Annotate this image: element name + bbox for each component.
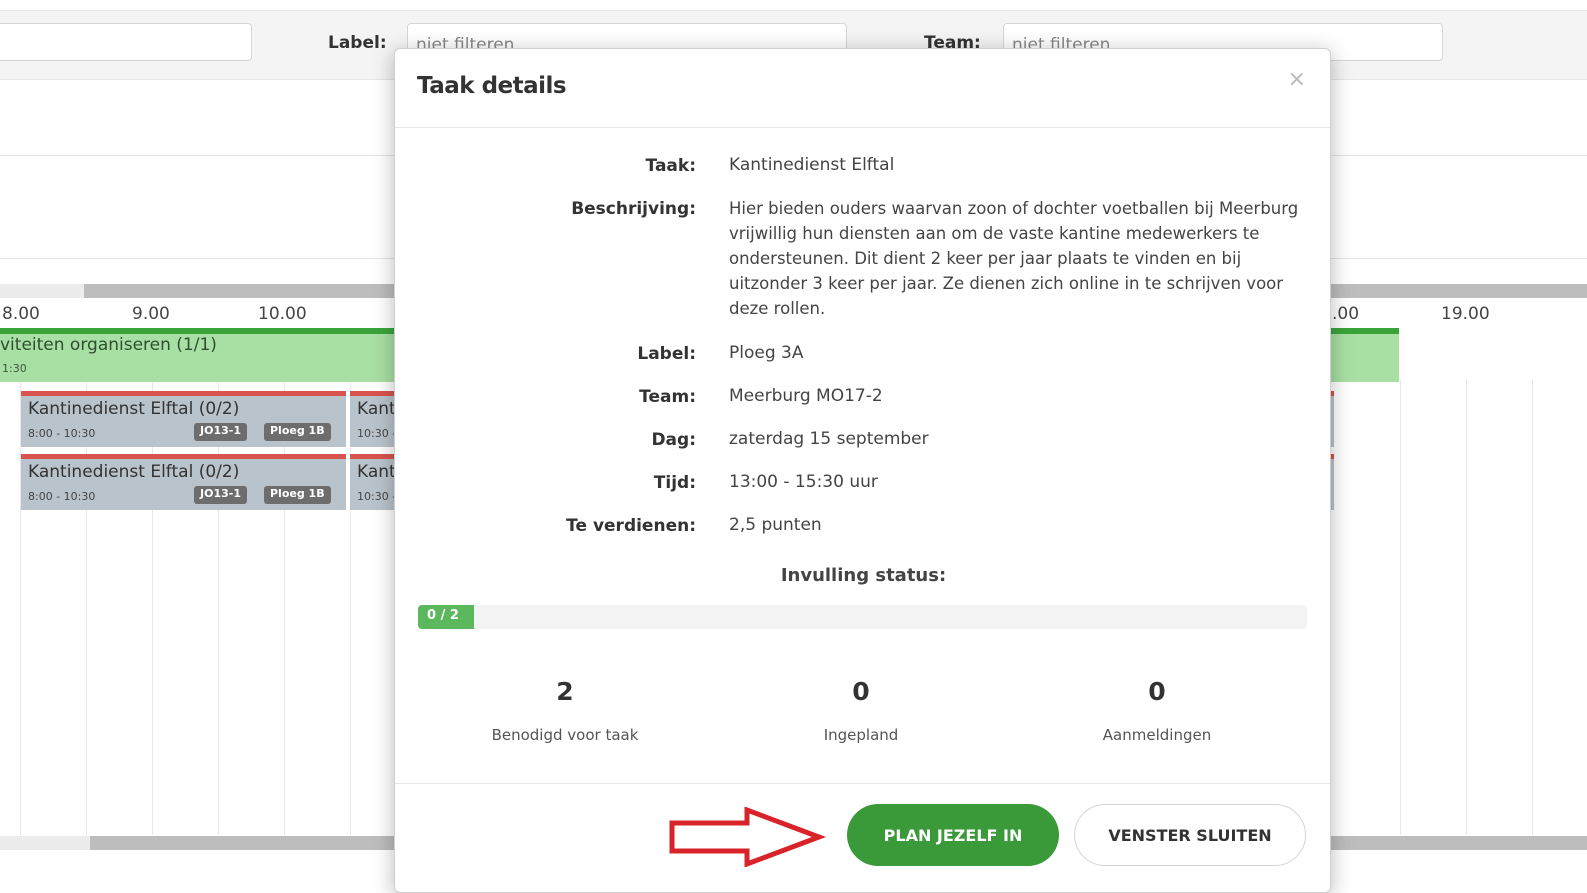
hour-label: 9.00 bbox=[132, 304, 170, 324]
grid-line bbox=[218, 380, 219, 835]
fill-status-title: Invulling status: bbox=[780, 565, 947, 586]
time-value: 13:00 - 15:30 uur bbox=[729, 472, 878, 492]
points-label: Te verdienen: bbox=[566, 516, 696, 536]
label-label: Label: bbox=[637, 344, 696, 364]
close-window-button[interactable]: VENSTER SLUITEN bbox=[1074, 804, 1306, 866]
task-value: Kantinedienst Elftal bbox=[729, 155, 895, 175]
description-label: Beschrijving: bbox=[571, 199, 696, 219]
filter-input-first[interactable] bbox=[0, 23, 252, 61]
team-value: Meerburg MO17-2 bbox=[729, 386, 883, 406]
day-value: zaterdag 15 september bbox=[729, 429, 929, 449]
arrow-right-icon bbox=[669, 807, 827, 867]
label-filter-label: Label: bbox=[328, 33, 387, 53]
points-value: 2,5 punten bbox=[729, 515, 822, 535]
activity-bar-end[interactable] bbox=[1330, 328, 1399, 382]
stat-value: 0 bbox=[852, 677, 870, 706]
hour-label: 19.00 bbox=[1441, 304, 1490, 324]
progress-fill: 0 / 2 bbox=[418, 605, 474, 629]
plan-yourself-button[interactable]: PLAN JEZELF IN bbox=[847, 804, 1059, 866]
task-time: 8:00 - 10:30 bbox=[28, 427, 96, 440]
team-label: Team: bbox=[639, 387, 696, 407]
label-badge: Ploeg 1B bbox=[264, 486, 331, 504]
time-label: Tijd: bbox=[653, 473, 696, 493]
close-icon[interactable]: × bbox=[1288, 67, 1306, 92]
grid-line bbox=[86, 380, 87, 835]
task-details-modal: Taak details × Taak: Kantinedienst Elfta… bbox=[394, 48, 1331, 893]
activity-time: 1:30 bbox=[2, 362, 27, 375]
task-card[interactable]: Kantinedienst Elftal (0/2) 8:00 - 10:30 … bbox=[21, 454, 346, 510]
label-value: Ploeg 3A bbox=[729, 343, 804, 363]
stat-label: Ingepland bbox=[823, 726, 899, 744]
task-time: 8:00 - 10:30 bbox=[28, 490, 96, 503]
stat-value: 0 bbox=[1148, 677, 1166, 706]
task-title: Kantinedienst Elftal (0/2) bbox=[28, 462, 240, 482]
fill-progress-bar: 0 / 2 bbox=[418, 605, 1307, 629]
hour-label: 8.00 bbox=[2, 304, 40, 324]
description-value: Hier bieden ouders waarvan zoon of docht… bbox=[729, 199, 1299, 318]
stat-required: 2 Benodigd voor taak bbox=[435, 677, 695, 744]
task-title: Kantinedienst Elftal (0/2) bbox=[28, 399, 240, 419]
task-label: Taak: bbox=[645, 156, 696, 176]
grid-line bbox=[1466, 380, 1467, 835]
modal-title: Taak details bbox=[417, 73, 567, 99]
stat-registrations: 0 Aanmeldingen bbox=[1027, 677, 1287, 744]
task-card[interactable]: Kantinedienst Elftal (0/2) 8:00 - 10:30 … bbox=[21, 391, 346, 447]
task-time: 10:30 - bbox=[357, 427, 397, 440]
progress-text: 0 / 2 bbox=[427, 608, 459, 623]
hour-label: .00 bbox=[1332, 304, 1360, 324]
activity-title: viteiten organiseren (1/1) bbox=[0, 335, 217, 355]
modal-footer-divider bbox=[395, 783, 1330, 784]
stat-label: Benodigd voor taak bbox=[491, 726, 639, 744]
grid-line bbox=[20, 380, 21, 835]
task-title: Kant bbox=[357, 399, 396, 419]
grid-line bbox=[284, 380, 285, 835]
task-time: 10:30 - bbox=[357, 490, 397, 503]
grid-line bbox=[1400, 380, 1401, 835]
team-badge: JO13-1 bbox=[194, 486, 247, 504]
stat-value: 2 bbox=[556, 677, 574, 706]
label-badge: Ploeg 1B bbox=[264, 423, 331, 441]
day-label: Dag: bbox=[651, 430, 696, 450]
stat-label: Aanmeldingen bbox=[1102, 726, 1212, 744]
grid-line bbox=[152, 380, 153, 835]
modal-header-divider bbox=[395, 127, 1330, 128]
grid-line bbox=[350, 380, 351, 835]
grid-line bbox=[1532, 380, 1533, 835]
task-title: Kant bbox=[357, 462, 396, 482]
stat-planned: 0 Ingepland bbox=[731, 677, 991, 744]
hour-label: 10.00 bbox=[258, 304, 307, 324]
team-badge: JO13-1 bbox=[194, 423, 247, 441]
